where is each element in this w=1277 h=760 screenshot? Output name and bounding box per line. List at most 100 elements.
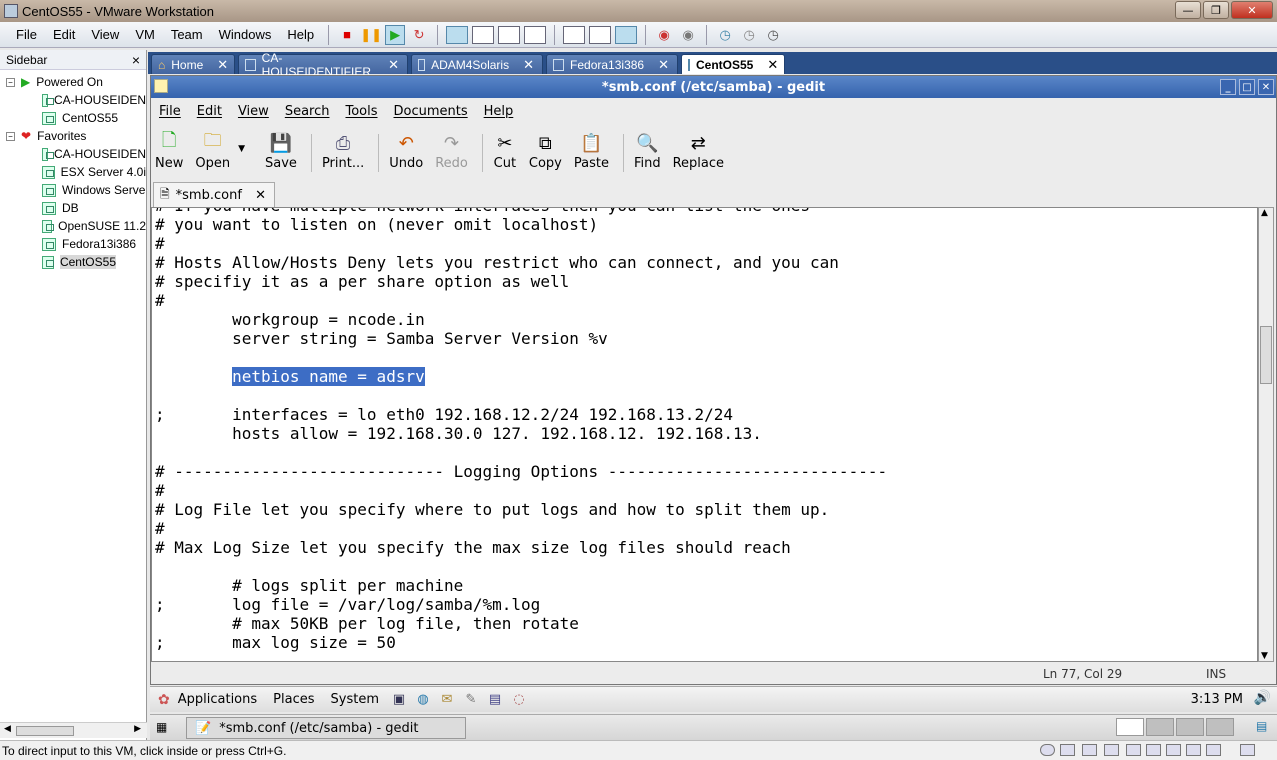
editor-line[interactable] xyxy=(155,443,887,462)
monitor-launcher-icon[interactable]: ▤ xyxy=(485,690,505,710)
editor-line[interactable]: # Max Log Size let you specify the max s… xyxy=(155,538,887,557)
editor-line[interactable] xyxy=(155,348,887,367)
editor-line[interactable]: # logs split per machine xyxy=(155,576,887,595)
menu-documents[interactable]: Documents xyxy=(394,104,468,119)
editor-line[interactable]: ; log file = /var/log/samba/%m.log xyxy=(155,595,887,614)
sidebar-close-button[interactable]: × xyxy=(132,52,140,68)
menu-search[interactable]: Search xyxy=(285,104,330,119)
minimize-button[interactable]: _ xyxy=(1220,79,1236,95)
hard-disk-icon[interactable] xyxy=(1104,744,1119,756)
close-icon[interactable]: ✕ xyxy=(523,57,534,73)
tab-adam4solaris[interactable]: ADAM4Solaris ✕ xyxy=(411,54,543,74)
update-launcher-icon[interactable]: ◌ xyxy=(509,690,529,710)
collapse-icon[interactable]: − xyxy=(6,131,15,141)
sidebar-horizontal-scrollbar[interactable]: ◀ ▶ xyxy=(0,722,147,738)
mail-launcher-icon[interactable]: ✉ xyxy=(437,690,457,710)
editor-line[interactable]: ; max log size = 50 xyxy=(155,633,887,652)
tab-home[interactable]: ⌂ Home ✕ xyxy=(151,54,235,74)
editor-line[interactable]: # xyxy=(155,234,887,253)
sidebar-group-favorites[interactable]: − ❤ Favorites xyxy=(6,127,86,145)
tab-centos55[interactable]: CentOS55 ✕ xyxy=(681,54,785,74)
document-tab[interactable]: 🗎 *smb.conf ✕ xyxy=(153,182,275,207)
close-icon[interactable]: ✕ xyxy=(388,57,399,73)
power-off-icon[interactable]: ■ xyxy=(337,25,357,45)
sidebar-item-ca-houseiden[interactable]: CA-HOUSEIDEN xyxy=(42,145,146,163)
menu-tools[interactable]: Tools xyxy=(345,104,377,119)
editor-line[interactable]: # xyxy=(155,481,887,500)
editor-line[interactable]: # specifiy it as a per share option as w… xyxy=(155,272,887,291)
menu-edit[interactable]: Edit xyxy=(197,104,222,119)
usb-icon[interactable] xyxy=(1186,744,1201,756)
printer-icon[interactable] xyxy=(1206,744,1221,756)
selected-text[interactable]: netbios name = adsrv xyxy=(232,367,425,386)
host-menu-view[interactable]: View xyxy=(83,27,127,42)
redo-button[interactable]: ↷ Redo xyxy=(431,126,472,172)
tab-fedora13i386[interactable]: Fedora13i386 ✕ xyxy=(546,54,678,74)
suspend-icon[interactable]: ❚❚ xyxy=(360,25,382,45)
quick-switch-icon[interactable] xyxy=(472,25,495,44)
paste-button[interactable]: 📋 Paste xyxy=(570,126,613,172)
editor-line[interactable]: # Log File let you specify where to put … xyxy=(155,500,887,519)
show-sidebar-icon[interactable] xyxy=(446,25,469,44)
sidebar-item-opensuse[interactable]: OpenSUSE 11.2 xyxy=(42,217,146,235)
collapse-icon[interactable]: − xyxy=(6,77,15,87)
editor-line[interactable]: # ---------------------------- Logging O… xyxy=(155,462,887,481)
text-editor[interactable]: # If you have multiple network interface… xyxy=(151,207,1258,662)
take-snapshot-icon[interactable]: ◷ xyxy=(715,25,735,45)
maximize-button[interactable]: ❐ xyxy=(1203,1,1229,19)
show-desktop-icon[interactable]: ▦ xyxy=(156,720,167,734)
editor-line[interactable]: # xyxy=(155,519,887,538)
editor-line[interactable]: hosts allow = 192.168.30.0 127. 192.168.… xyxy=(155,424,887,443)
tab-ca-houseidentifier[interactable]: CA-HOUSEIDENTIFIER ✕ xyxy=(238,51,408,79)
tabs-view-icon[interactable] xyxy=(615,25,638,44)
scrollbar-thumb[interactable] xyxy=(1260,326,1272,384)
network-icon[interactable] xyxy=(1166,744,1181,756)
close-icon[interactable]: ✕ xyxy=(217,57,228,73)
clock[interactable]: 3:13 PM xyxy=(1191,692,1243,707)
volume-icon[interactable]: 🔊 xyxy=(1254,690,1271,706)
notes-launcher-icon[interactable]: ✎ xyxy=(461,690,481,710)
menu-applications[interactable]: Applications xyxy=(178,692,257,707)
host-menu-windows[interactable]: Windows xyxy=(211,27,280,42)
print-button[interactable]: ⎙ Print... xyxy=(318,126,368,172)
terminal-launcher-icon[interactable]: ▣ xyxy=(389,690,409,710)
editor-line[interactable]: # you want to listen on (never omit loca… xyxy=(155,215,887,234)
scrollbar-thumb[interactable] xyxy=(16,726,74,736)
close-icon[interactable]: ✕ xyxy=(255,188,266,203)
trash-icon[interactable]: ▤ xyxy=(1256,719,1267,733)
reset-icon[interactable]: ↻ xyxy=(409,25,429,45)
workspace-1[interactable] xyxy=(1116,718,1144,736)
minimize-button[interactable]: — xyxy=(1175,1,1201,19)
close-button[interactable]: ✕ xyxy=(1231,1,1273,19)
editor-line[interactable] xyxy=(155,386,887,405)
editor-line[interactable]: # xyxy=(155,291,887,310)
hard-disk-icon[interactable] xyxy=(1082,744,1097,756)
host-menu-vm[interactable]: VM xyxy=(127,27,163,42)
scroll-down-icon[interactable]: ▼ xyxy=(1261,651,1268,661)
sidebar-item-fedora13i386[interactable]: Fedora13i386 xyxy=(42,235,146,253)
power-on-icon[interactable]: ▶ xyxy=(385,24,406,45)
host-menu-help[interactable]: Help xyxy=(279,27,322,42)
close-icon[interactable]: ✕ xyxy=(767,57,778,73)
open-dropdown-button[interactable]: ▼ xyxy=(234,126,249,154)
revert-snapshot-icon[interactable]: ◉ xyxy=(678,25,698,45)
editor-line[interactable]: # Hosts Allow/Hosts Deny lets you restri… xyxy=(155,253,887,272)
editor-vertical-scrollbar[interactable]: ▲ ▼ xyxy=(1258,207,1274,662)
copy-button[interactable]: ⧉ Copy xyxy=(525,126,566,172)
close-button[interactable]: ✕ xyxy=(1258,79,1274,95)
menu-help[interactable]: Help xyxy=(484,104,514,119)
menu-file[interactable]: File xyxy=(159,104,181,119)
workspace-4[interactable] xyxy=(1206,718,1234,736)
scroll-left-icon[interactable]: ◀ xyxy=(4,724,11,734)
console-view-icon[interactable] xyxy=(563,25,586,44)
unity-icon[interactable] xyxy=(524,25,547,44)
editor-line[interactable]: # If you have multiple network interface… xyxy=(155,208,887,215)
snapshot-manager-icon[interactable]: ◷ xyxy=(763,25,783,45)
sidebar-item-esx-server[interactable]: ESX Server 4.0i xyxy=(42,163,146,181)
cut-button[interactable]: ✂ Cut xyxy=(489,126,521,172)
editor-line[interactable]: workgroup = ncode.in xyxy=(155,310,887,329)
save-button[interactable]: 💾 Save xyxy=(261,126,301,172)
replace-button[interactable]: ⇄ Replace xyxy=(669,126,728,172)
hard-disk-icon[interactable] xyxy=(1126,744,1141,756)
maximize-button[interactable]: □ xyxy=(1239,79,1255,95)
